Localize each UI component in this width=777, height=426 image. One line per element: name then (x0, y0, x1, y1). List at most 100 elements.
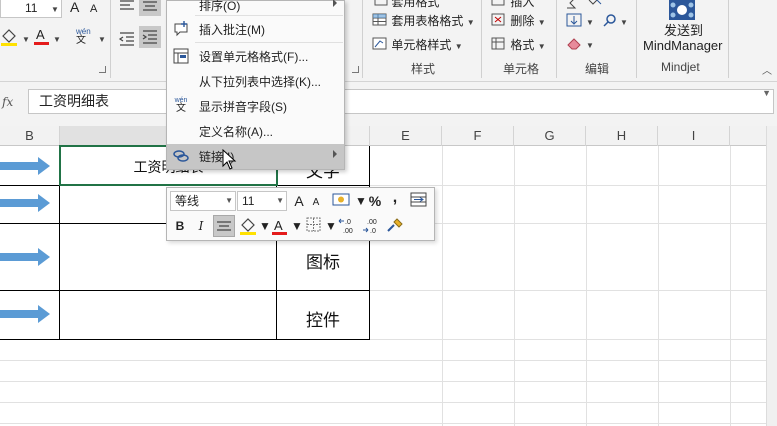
insert-function-button[interactable]: fx (0, 90, 22, 114)
arrow-shape[interactable] (0, 194, 52, 212)
column-header-g[interactable]: G (514, 126, 586, 146)
delete-cells-button[interactable]: 删除 ▼ (491, 13, 546, 31)
cell-d-icon: 图标 (306, 253, 340, 272)
arrow-shape[interactable] (0, 248, 52, 266)
cell-styles-button[interactable]: 单元格样式 ▼ (372, 37, 463, 55)
mini-increase-decimal-button[interactable]: .0 .00 (337, 216, 359, 236)
chevron-down-icon[interactable]: ▼ (325, 216, 337, 236)
mini-format-painter-button[interactable] (385, 216, 405, 236)
chevron-down-icon[interactable]: ▼ (98, 32, 106, 48)
mini-font-color-swatch (272, 232, 287, 235)
mini-font-name-combo[interactable]: 等线 ▼ (170, 191, 236, 211)
menu-item-insert-comment[interactable]: 插入批注(M) (167, 17, 344, 42)
group-separator (362, 0, 363, 78)
mini-shrink-font-button[interactable]: A (309, 193, 323, 213)
font-size-value: 11 (25, 1, 38, 15)
vertical-scrollbar[interactable] (766, 126, 777, 426)
arrow-shape[interactable] (0, 157, 52, 175)
column-header-e[interactable]: E (370, 126, 442, 146)
svg-text:.00: .00 (343, 228, 353, 235)
arrow-shape[interactable] (0, 305, 52, 323)
svg-text:A: A (274, 218, 283, 233)
gridline (0, 402, 766, 403)
mini-font-color-button[interactable]: A (271, 216, 289, 236)
menu-item-show-phonetic[interactable]: wén 文 显示拼音字段(S) (167, 94, 344, 119)
column-header-i[interactable]: I (658, 126, 730, 146)
send-to-mindmanager-button[interactable]: 发送到 MindManager (640, 0, 726, 58)
cell-style-icon (372, 37, 387, 50)
column-header-b[interactable]: B (0, 126, 60, 146)
styles-group-label: 样式 (411, 62, 436, 76)
chevron-down-icon: ▼ (620, 18, 628, 27)
mini-grow-font-button[interactable]: A (291, 191, 307, 211)
sigma-icon (567, 0, 602, 9)
format-label: 格式 (510, 38, 535, 52)
cells-group-label: 单元格 (503, 62, 540, 76)
mini-borders-button[interactable] (305, 216, 323, 236)
align-center-button[interactable] (139, 0, 161, 16)
insert-comment-icon (174, 21, 188, 37)
column-header-j[interactable] (730, 126, 766, 146)
search-icon (603, 14, 616, 27)
align-left-icon[interactable] (118, 0, 138, 18)
chevron-down-icon: ▼ (586, 41, 594, 50)
menu-item-define-name[interactable]: 定义名称(A)... (167, 119, 344, 144)
find-select-button[interactable]: ▼ (602, 13, 628, 33)
gridline (514, 146, 515, 426)
mini-center-button[interactable] (213, 215, 235, 237)
mini-percent-button[interactable]: % (367, 191, 383, 211)
phonetic-guide-button[interactable]: wén 文 (76, 27, 91, 46)
group-separator (728, 0, 729, 78)
chevron-down-icon: ▼ (225, 196, 233, 205)
format-cells-button[interactable]: 格式 ▼ (491, 37, 546, 55)
gridline (658, 146, 659, 426)
autosum-button[interactable] (565, 0, 605, 14)
format-as-table-button[interactable]: 套用表格格式 ▼ (372, 13, 475, 31)
gridline (0, 360, 766, 361)
collapse-ribbon-icon[interactable]: ︿ (762, 64, 772, 80)
column-header-f[interactable]: F (442, 126, 514, 146)
mini-decrease-decimal-button[interactable]: .00 .0 (361, 216, 383, 236)
group-separator (481, 0, 482, 78)
mini-merge-button[interactable] (409, 191, 429, 211)
chevron-down-icon[interactable]: ▼ (259, 216, 271, 236)
insert-cells-button[interactable]: 插入 (491, 0, 534, 10)
table-icon (374, 0, 388, 6)
font-color-button[interactable]: A (33, 26, 51, 50)
indent-button[interactable] (139, 26, 161, 48)
mini-fill-color-button[interactable] (239, 216, 259, 236)
mini-bold-button[interactable]: B (171, 216, 189, 236)
column-header-h[interactable]: H (586, 126, 658, 146)
column-headers: B D E F G H I (0, 126, 777, 146)
chevron-down-icon[interactable]: ▼ (291, 216, 303, 236)
mini-comma-button[interactable]: , (389, 188, 401, 208)
number-dialog-launcher[interactable] (352, 66, 359, 73)
grow-font-button[interactable]: A (70, 0, 79, 15)
font-size-combo[interactable]: 11 ▼ (0, 0, 62, 18)
chevron-down-icon[interactable]: ▼ (355, 191, 367, 211)
font-dialog-launcher[interactable] (99, 66, 106, 73)
chevron-down-icon[interactable]: ▼ (53, 32, 61, 48)
indent-decrease-icon[interactable] (118, 30, 138, 50)
increase-decimal-icon: .0 .00 (338, 218, 353, 235)
conditional-format-button[interactable]: 套用格式 (374, 0, 439, 10)
menu-item-label: 排序(O) (199, 0, 241, 13)
insert-icon (491, 0, 505, 6)
menu-item-pick-from-list[interactable]: 从下拉列表中选择(K)... (167, 69, 344, 94)
menu-item-label: 定义名称(A)... (199, 125, 273, 139)
expand-formula-icon[interactable]: ▼ (762, 88, 771, 98)
fill-color-button[interactable] (0, 26, 22, 50)
menu-item-link[interactable]: 链接(I) (167, 144, 344, 169)
mini-font-size-combo[interactable]: 11 ▼ (237, 191, 287, 211)
mini-italic-button[interactable]: I (193, 216, 209, 236)
eraser-icon (567, 38, 581, 50)
clear-button[interactable]: ▼ (566, 36, 594, 54)
paint-bucket-icon (240, 218, 256, 235)
mini-number-format-button[interactable] (331, 191, 353, 211)
fill-button[interactable]: ▼ (566, 13, 594, 33)
menu-item-format-cells[interactable]: 设置单元格格式(F)... (167, 44, 344, 69)
context-menu: 排序(O) 插入批注(M) 设置单元格格式(F)... 从下拉列表中选择(K).… (166, 0, 345, 170)
formula-input[interactable]: 工资明细表 (28, 89, 774, 114)
chevron-down-icon[interactable]: ▼ (22, 32, 30, 48)
shrink-font-button[interactable]: A (90, 1, 97, 17)
